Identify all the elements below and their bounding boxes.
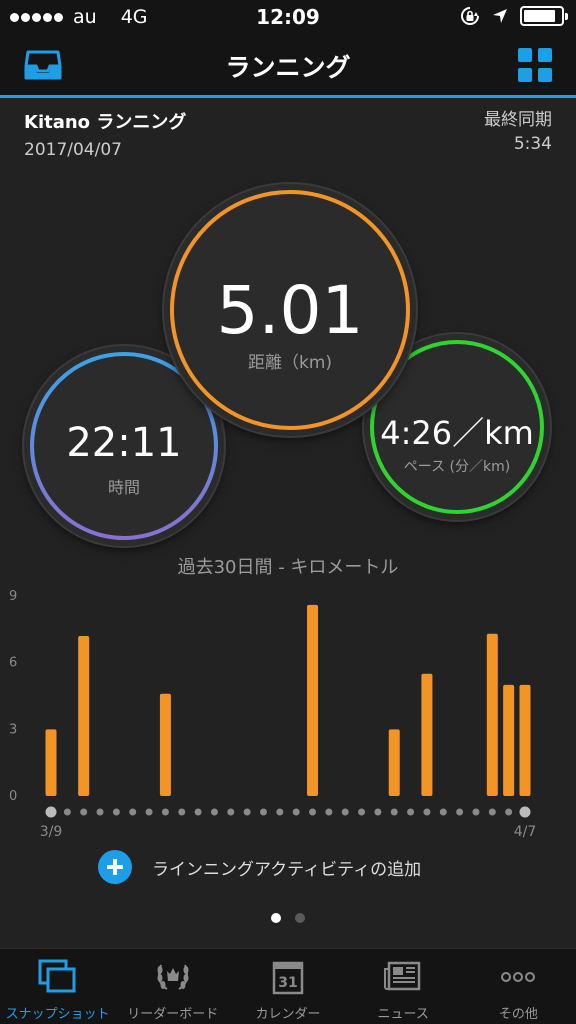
pace-value: 4:26／km (380, 414, 534, 452)
laurel-icon (157, 964, 189, 990)
day-dot (358, 808, 366, 816)
page-indicator[interactable] (0, 913, 576, 923)
page-title: ランニング (225, 53, 351, 82)
tab-label: スナップショット (5, 1007, 110, 1022)
tab-label: カレンダー (255, 1007, 321, 1022)
day-dot (439, 808, 447, 816)
tab-more[interactable]: その他 (461, 949, 576, 1024)
orientation-lock-icon (461, 7, 479, 25)
day-dot (112, 808, 120, 816)
tab-label: その他 (498, 1007, 538, 1022)
day-dot (309, 808, 317, 816)
distance-metric[interactable]: 5.01 距離（km) (164, 184, 416, 436)
day-endpoint-dot (45, 806, 57, 818)
day-dot (227, 808, 235, 816)
bar (45, 729, 57, 796)
page-dot[interactable] (271, 913, 281, 923)
tab-snapshot[interactable]: スナップショット (0, 949, 115, 1024)
calendar-day: 31 (278, 975, 297, 991)
bar (159, 693, 171, 796)
day-dot (243, 808, 251, 816)
activity-name: Kitano ランニング (24, 112, 187, 133)
day-dot (145, 808, 153, 816)
snapshot-icon (38, 959, 76, 993)
day-dot (423, 808, 431, 816)
day-dot (96, 808, 104, 816)
add-activity-label[interactable]: ラインニングアクティビティの追加 (152, 855, 421, 880)
tab-leaderboard[interactable]: リーダーボード (115, 949, 230, 1024)
bar (78, 636, 90, 796)
day-dot (292, 808, 300, 816)
tab-news[interactable]: ニュース (346, 949, 461, 1024)
tab-bar: スナップショット リーダーボード 31 カレンダー ニュース その他 (0, 948, 576, 1024)
activity-info: Kitano ランニング 2017/04/07 最終同期 5:34 (24, 108, 552, 160)
time-value: 22:11 (66, 420, 182, 466)
pace-label: ペース (分／km) (403, 459, 511, 475)
status-bar: au 4G 12:09 (0, 0, 576, 34)
last-sync-label: 最終同期 (484, 110, 552, 130)
bar (388, 729, 400, 796)
y-tick-label: 0 (9, 789, 17, 804)
activity-date: 2017/04/07 (24, 140, 122, 160)
add-icon[interactable] (98, 850, 132, 884)
chart-title: 過去30日間 - キロメートル (177, 557, 399, 578)
time-label: 時間 (107, 478, 140, 497)
widgets-grid-icon[interactable] (518, 48, 552, 82)
nav-bar: ランニング (0, 34, 576, 98)
day-dot (194, 808, 202, 816)
x-start-label: 3/9 (40, 824, 63, 840)
bar (519, 684, 531, 796)
day-dot (456, 808, 464, 816)
page-dot[interactable] (295, 913, 305, 923)
x-end-label: 4/7 (514, 824, 537, 840)
y-tick-label: 3 (9, 722, 17, 737)
day-dot (80, 808, 88, 816)
bar (503, 684, 515, 796)
day-dot (390, 808, 398, 816)
bar (307, 604, 319, 796)
bar (486, 633, 498, 796)
day-dot (63, 808, 71, 816)
day-dot (472, 808, 480, 816)
news-icon (384, 961, 421, 991)
location-arrow-icon (493, 9, 507, 23)
battery-icon (520, 6, 568, 26)
calendar-icon: 31 (272, 961, 304, 995)
distance-bar-chart[interactable]: 0 3 6 9 3/9 4/7 (0, 578, 576, 846)
distance-value: 5.01 (216, 272, 364, 349)
day-dot (178, 808, 186, 816)
y-tick-label: 6 (9, 656, 17, 671)
day-dot (276, 808, 284, 816)
bar (421, 673, 433, 796)
day-dot (210, 808, 218, 816)
day-dot (374, 808, 382, 816)
day-dot (505, 808, 513, 816)
day-dot (325, 808, 333, 816)
day-dot (161, 808, 169, 816)
tab-label: ニュース (377, 1007, 429, 1022)
day-dot (129, 808, 137, 816)
day-dot (407, 808, 415, 816)
last-sync: 最終同期 5:34 (484, 108, 552, 156)
distance-label: 距離（km) (247, 353, 333, 373)
status-right (460, 6, 568, 26)
add-activity-row[interactable]: ラインニングアクティビティの追加 (98, 850, 421, 884)
day-endpoint-dot (519, 806, 531, 818)
tab-label: リーダーボード (127, 1007, 219, 1022)
day-dot (341, 808, 349, 816)
y-tick-label: 9 (9, 589, 17, 604)
more-icon (501, 972, 536, 982)
tab-calendar[interactable]: 31 カレンダー (230, 949, 345, 1024)
last-sync-time: 5:34 (513, 134, 552, 154)
day-dot (259, 808, 267, 816)
day-dot (488, 808, 496, 816)
